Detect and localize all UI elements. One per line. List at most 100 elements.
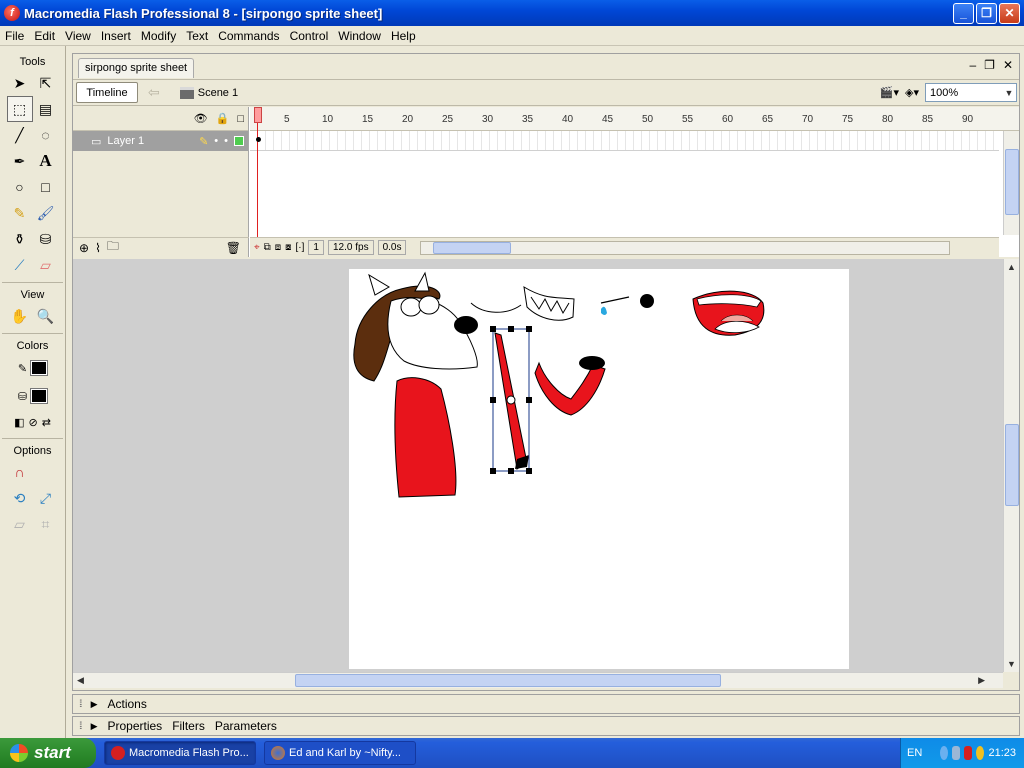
expand-arrow-icon[interactable]: ▶ [91, 699, 98, 710]
frame-ruler[interactable]: 1 5 10 15 20 25 30 35 40 45 50 55 60 65 … [250, 107, 1019, 131]
frames-area[interactable]: 1 5 10 15 20 25 30 35 40 45 50 55 60 65 … [250, 107, 1019, 257]
free-transform-tool-icon[interactable]: ⬚ [6, 96, 33, 122]
scene-breadcrumb[interactable]: Scene 1 [179, 86, 238, 99]
fill-color-swatch[interactable] [30, 388, 49, 404]
add-motion-guide-icon[interactable]: ⌇ [95, 241, 101, 255]
ink-bottle-tool-icon[interactable]: ⚱ [7, 226, 33, 252]
properties-panel-bar[interactable]: ⁞⁞ ▶ Properties Filters Parameters [72, 716, 1020, 736]
scroll-thumb[interactable] [1005, 424, 1019, 506]
language-indicator[interactable]: EN [907, 747, 922, 759]
menu-control[interactable]: Control [285, 29, 334, 43]
restore-button[interactable]: ❐ [976, 2, 997, 24]
eye-icon[interactable]: 👁 [194, 112, 208, 125]
line-tool-icon[interactable]: ╱ [7, 122, 33, 148]
edit-multiple-frames-icon[interactable]: ⧇ [285, 242, 291, 253]
pen-tool-icon[interactable]: ✒ [7, 148, 33, 174]
show-hidden-icons-icon[interactable] [940, 746, 949, 760]
selection-tool-icon[interactable]: ➤ [7, 70, 33, 96]
scroll-down-icon[interactable]: ▼ [1007, 659, 1016, 669]
grip-icon[interactable]: ⁞⁞ [79, 721, 82, 732]
sprite-artwork[interactable] [349, 269, 849, 669]
scroll-up-icon[interactable]: ▲ [1007, 262, 1016, 272]
zoom-tool-icon[interactable]: 🔍 [33, 303, 59, 329]
snap-magnet-icon[interactable]: ∩ [7, 459, 33, 485]
menu-commands[interactable]: Commands [213, 29, 284, 43]
document-tab[interactable]: sirpongo sprite sheet [78, 58, 195, 78]
insert-folder-icon[interactable]: 🗀 [107, 237, 119, 258]
menu-edit[interactable]: Edit [29, 29, 60, 43]
close-button[interactable]: ✕ [999, 2, 1020, 24]
zoom-select[interactable]: 100% ▼ [925, 83, 1017, 102]
black-white-icon[interactable]: ◧ [14, 416, 24, 429]
playhead-marker[interactable] [254, 107, 262, 123]
insert-layer-icon[interactable]: ⊕ [79, 241, 89, 255]
minimize-button[interactable]: _ [953, 2, 974, 24]
parameters-tab[interactable]: Parameters [215, 719, 277, 733]
text-tool-icon[interactable]: A [33, 148, 59, 174]
actions-panel-bar[interactable]: ⁞⁞ ▶ Actions [72, 694, 1020, 714]
doc-close-icon[interactable]: ✕ [1003, 58, 1013, 72]
menu-insert[interactable]: Insert [96, 29, 136, 43]
doc-minimize-icon[interactable]: – [969, 58, 976, 72]
lock-icon[interactable]: 🔒 [216, 112, 230, 125]
edit-scene-icon[interactable]: 🎬▾ [880, 86, 899, 99]
trash-icon[interactable]: 🗑 [226, 241, 241, 255]
stage-vertical-scrollbar[interactable]: ▲ ▼ [1003, 259, 1019, 672]
scale-icon[interactable]: ⤢ [33, 485, 59, 511]
rotate-skew-icon[interactable]: ⟲ [7, 485, 33, 511]
paint-bucket-tool-icon[interactable]: ⛁ [33, 226, 59, 252]
brush-tool-icon[interactable]: 🖌 [33, 200, 59, 226]
eraser-tool-icon[interactable]: ▱ [33, 252, 59, 278]
scroll-thumb[interactable] [1005, 149, 1019, 215]
security-icon[interactable] [976, 746, 985, 760]
subselection-tool-icon[interactable]: ⇱ [33, 70, 59, 96]
stage[interactable] [349, 269, 849, 669]
scroll-right-icon[interactable]: ▶ [978, 675, 985, 686]
menu-modify[interactable]: Modify [136, 29, 181, 43]
menu-view[interactable]: View [60, 29, 96, 43]
expand-arrow-icon[interactable]: ▶ [91, 721, 98, 732]
playhead[interactable] [254, 107, 262, 257]
frame-rate[interactable]: 12.0 fps [327, 240, 374, 255]
timeline-vertical-scrollbar[interactable] [1003, 131, 1019, 235]
pencil-tool-icon[interactable]: ✎ [7, 200, 33, 226]
menu-text[interactable]: Text [181, 29, 213, 43]
onion-skin-icon[interactable]: ⧉ [264, 242, 271, 253]
center-frame-icon[interactable]: ⌖ [254, 242, 260, 253]
edit-symbols-icon[interactable]: ◈▾ [905, 86, 919, 99]
taskbar-item-firefox[interactable]: Ed and Karl by ~Nifty... [264, 741, 416, 765]
hand-tool-icon[interactable]: ✋ [7, 303, 33, 329]
rectangle-tool-icon[interactable]: □ [33, 174, 59, 200]
no-color-icon[interactable]: ⊘ [28, 416, 37, 429]
scroll-thumb[interactable] [433, 241, 512, 254]
eyedropper-tool-icon[interactable]: ⟋ [7, 252, 33, 278]
stage-pasteboard[interactable] [73, 259, 1003, 672]
visibility-dot[interactable]: • [214, 135, 218, 147]
zonealarm-icon[interactable] [964, 746, 973, 760]
stage-horizontal-scrollbar[interactable]: ◀ ▶ [73, 672, 1003, 688]
lock-dot[interactable]: • [224, 135, 228, 147]
scroll-left-icon[interactable]: ◀ [77, 675, 84, 686]
gradient-transform-tool-icon[interactable]: ▤ [33, 96, 59, 122]
timeline-horizontal-scrollbar[interactable] [420, 240, 951, 255]
network-icon[interactable] [952, 746, 961, 760]
properties-tab[interactable]: Properties [107, 719, 162, 733]
onion-outlines-icon[interactable]: ⧈ [275, 242, 281, 253]
timeline-toggle-button[interactable]: Timeline [76, 82, 138, 103]
taskbar-item-flash[interactable]: Macromedia Flash Pro... [104, 741, 256, 765]
filters-tab[interactable]: Filters [172, 719, 205, 733]
layer-row[interactable]: ▭ Layer 1 ✎ • • [73, 131, 248, 151]
start-button[interactable]: start [0, 738, 96, 768]
actions-label[interactable]: Actions [107, 697, 146, 711]
outline-icon[interactable]: □ [237, 113, 244, 125]
lasso-tool-icon[interactable]: ◌ [33, 122, 59, 148]
scroll-thumb[interactable] [295, 674, 721, 687]
layer-frame-row[interactable] [250, 131, 999, 151]
stroke-color-swatch[interactable] [30, 360, 49, 376]
menu-window[interactable]: Window [333, 29, 386, 43]
layer-outline-color[interactable] [234, 136, 244, 146]
doc-restore-icon[interactable]: ❐ [984, 58, 995, 72]
grip-icon[interactable]: ⁞⁞ [79, 699, 82, 710]
oval-tool-icon[interactable]: ○ [7, 174, 33, 200]
menu-file[interactable]: File [0, 29, 29, 43]
